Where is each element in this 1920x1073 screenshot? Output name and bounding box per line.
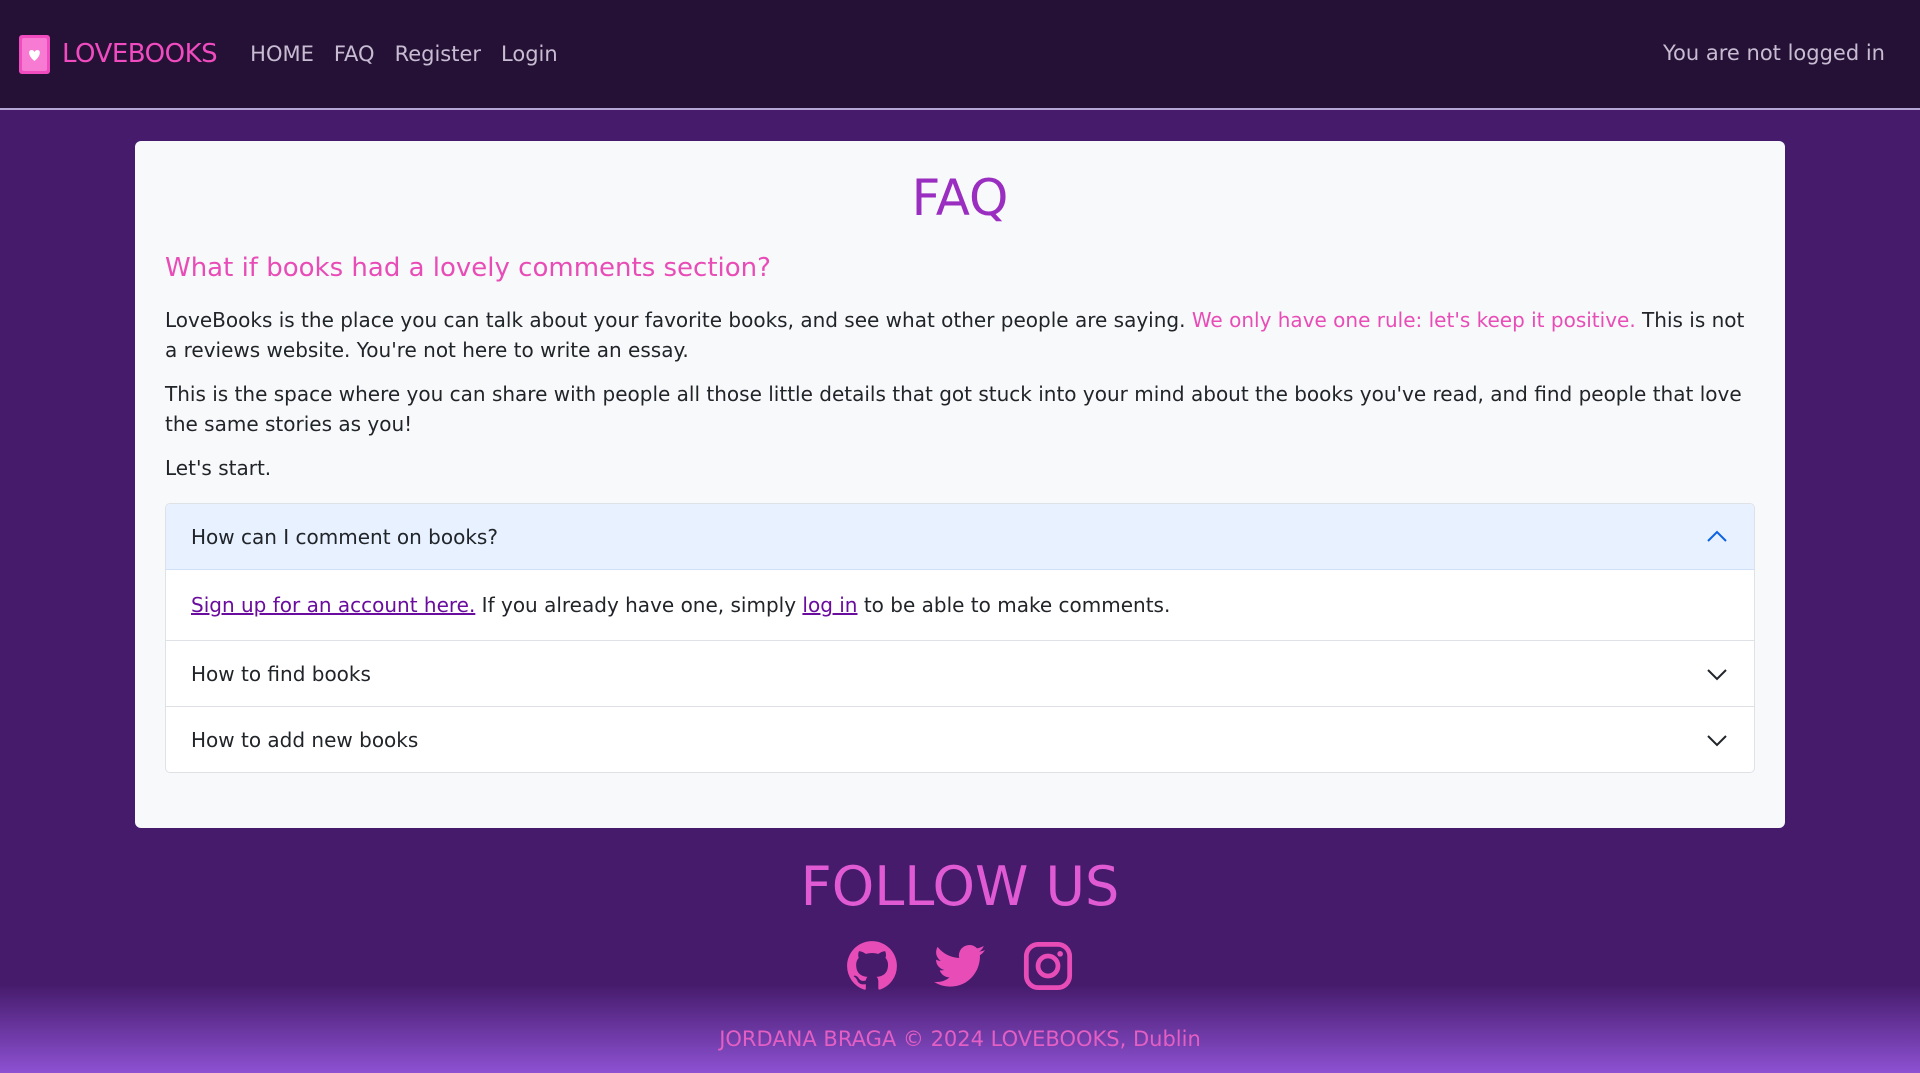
intro-paragraph: LoveBooks is the place you can talk abou… [165,305,1755,365]
accordion-question: How can I comment on books? [191,524,498,549]
faq-card: FAQ What if books had a lovely comments … [135,141,1785,828]
github-icon[interactable] [846,940,898,992]
accordion-header-comment[interactable]: How can I comment on books? [166,504,1754,570]
faq-subtitle: What if books had a lovely comments sect… [165,253,771,283]
accordion-body-comment: Sign up for an account here. If you alre… [166,570,1754,640]
page-title: FAQ [911,169,1009,227]
copyright-text: JORDANA BRAGA © 2024 LOVEBOOKS, Dublin [719,1027,1201,1051]
faq-accordion: How can I comment on books? Sign up for … [165,503,1755,773]
accordion-header-add-books[interactable]: How to add new books [166,706,1754,772]
twitter-icon[interactable] [934,940,986,992]
accordion-question: How to find books [191,661,371,686]
answer-text-end: to be able to make comments. [857,593,1171,617]
nav-link-register[interactable]: Register [395,42,481,66]
lets-start-text: Let's start. [165,456,272,480]
navbar: LOVEBOOKS HOME FAQ Register Login You ar… [0,0,1920,110]
nav-link-faq[interactable]: FAQ [334,42,375,66]
brand-name: LOVEBOOKS [62,39,218,69]
nav-link-login[interactable]: Login [501,42,558,66]
chevron-down-icon [1707,734,1727,746]
accordion-header-find-books[interactable]: How to find books [166,640,1754,706]
signup-link[interactable]: Sign up for an account here. [191,593,475,617]
chevron-up-icon [1707,530,1727,542]
book-heart-icon [19,34,50,74]
social-links [0,940,1920,992]
intro-text-start: LoveBooks is the place you can talk abou… [165,308,1192,332]
rule-highlight: We only have one rule: let's keep it pos… [1191,308,1636,332]
login-link[interactable]: log in [802,593,857,617]
brand-link[interactable]: LOVEBOOKS [19,34,218,74]
instagram-icon[interactable] [1022,940,1074,992]
chevron-down-icon [1707,668,1727,680]
nav-links: HOME FAQ Register Login [240,42,568,66]
login-status: You are not logged in [1663,41,1885,65]
description-paragraph: This is the space where you can share wi… [165,382,1742,436]
answer-text: If you already have one, simply [475,593,803,617]
nav-link-home[interactable]: HOME [250,42,314,66]
follow-us-heading: FOLLOW US [800,855,1120,918]
accordion-question: How to add new books [191,727,419,752]
